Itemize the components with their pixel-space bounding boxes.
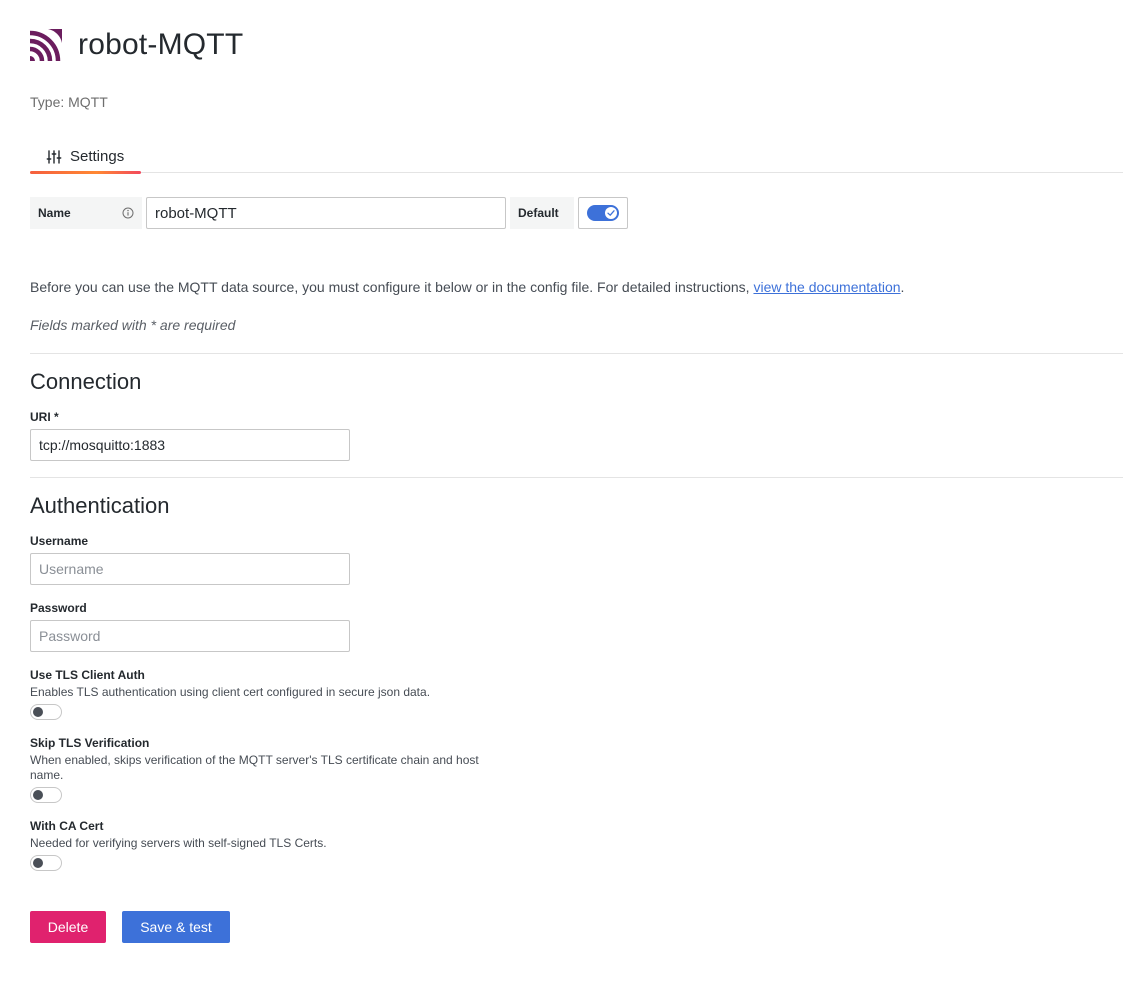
sliders-icon [46, 149, 62, 164]
required-fields-note: Fields marked with * are required [30, 317, 236, 333]
section-divider [30, 477, 1123, 478]
default-label: Default [510, 197, 574, 229]
default-toggle[interactable] [587, 205, 619, 221]
tls-client-auth-label: Use TLS Client Auth [30, 668, 145, 682]
ca-cert-label: With CA Cert [30, 819, 104, 833]
tls-client-auth-description: Enables TLS authentication using client … [30, 685, 431, 699]
skip-tls-verification-description: When enabled, skips verification of the … [30, 753, 479, 782]
name-label-text: Name [38, 206, 71, 220]
intro-body: Before you can use the MQTT data source,… [30, 279, 754, 295]
info-icon[interactable] [122, 207, 134, 219]
checkmark-icon [607, 210, 615, 216]
password-label: Password [30, 601, 87, 615]
name-input[interactable]: robot-MQTT [146, 197, 506, 229]
skip-tls-verification-toggle[interactable] [30, 787, 62, 803]
username-input[interactable]: Username [30, 553, 350, 585]
default-toggle-container [578, 197, 628, 229]
ca-cert-description: Needed for verifying servers with self-s… [30, 836, 327, 850]
section-divider [30, 353, 1123, 354]
mqtt-logo-icon [30, 29, 62, 61]
intro-text: Before you can use the MQTT data source,… [30, 279, 904, 295]
uri-input[interactable]: tcp://mosquitto:1883 [30, 429, 350, 461]
password-input[interactable]: Password [30, 620, 350, 652]
datasource-settings-page: robot-MQTT Type: MQTT Settings Name robo… [0, 0, 1123, 986]
active-tab-indicator [30, 171, 141, 174]
authentication-heading: Authentication [30, 493, 170, 518]
page-header: robot-MQTT [30, 28, 243, 62]
name-row: Name robot-MQTT Default [30, 197, 628, 229]
username-label: Username [30, 534, 89, 548]
datasource-type: Type: MQTT [30, 94, 108, 110]
delete-button[interactable]: Delete [30, 911, 106, 943]
intro-suffix: . [900, 279, 905, 295]
skip-tls-verification-label: Skip TLS Verification [30, 736, 150, 750]
connection-heading: Connection [30, 369, 142, 394]
tab-label: Settings [70, 148, 125, 165]
tab-bar: Settings [30, 140, 1123, 174]
ca-cert-toggle[interactable] [30, 855, 62, 871]
tab-settings[interactable]: Settings [30, 140, 141, 174]
toggle-knob [605, 207, 617, 219]
page-title: robot-MQTT [78, 28, 244, 61]
toggle-knob [33, 790, 43, 800]
toggle-knob [33, 858, 43, 868]
save-and-test-button[interactable]: Save & test [122, 911, 230, 943]
name-label: Name [30, 197, 142, 229]
toggle-knob [33, 707, 43, 717]
tls-client-auth-toggle[interactable] [30, 704, 62, 720]
documentation-link[interactable]: view the documentation [753, 279, 900, 295]
uri-label: URI * [30, 410, 59, 424]
